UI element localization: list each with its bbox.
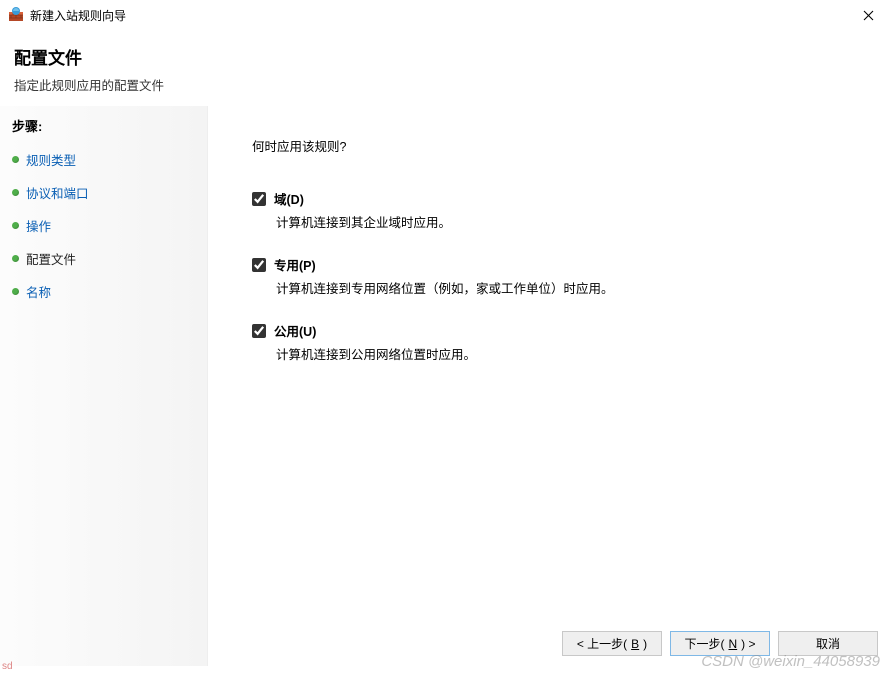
steps-sidebar: 步骤: 规则类型 协议和端口 操作 配置文件 名称	[0, 106, 208, 666]
bullet-icon	[12, 222, 19, 229]
back-label-suffix: )	[643, 637, 647, 651]
option-private-row[interactable]: 专用(P)	[252, 255, 878, 274]
step-label: 配置文件	[26, 249, 76, 268]
page-subtitle: 指定此规则应用的配置文件	[14, 75, 878, 94]
step-profile[interactable]: 配置文件	[0, 242, 207, 275]
back-hotkey: B	[631, 637, 639, 651]
step-label: 规则类型	[26, 150, 76, 169]
main-panel: 何时应用该规则? 域(D) 计算机连接到其企业域时应用。 专用(P) 计算机连接…	[208, 106, 892, 666]
window-title: 新建入站规则向导	[30, 7, 126, 24]
page-title: 配置文件	[14, 44, 878, 69]
option-domain-row[interactable]: 域(D)	[252, 189, 878, 208]
option-desc: 计算机连接到专用网络位置（例如，家或工作单位）时应用。	[276, 278, 878, 297]
cancel-label: 取消	[816, 635, 840, 652]
option-domain: 域(D) 计算机连接到其企业域时应用。	[252, 189, 878, 231]
step-label: 协议和端口	[26, 183, 89, 202]
step-label: 名称	[26, 282, 51, 301]
question-text: 何时应用该规则?	[252, 136, 878, 155]
step-label: 操作	[26, 216, 51, 235]
option-label: 域(D)	[274, 189, 304, 208]
step-name[interactable]: 名称	[0, 275, 207, 308]
checkbox-public[interactable]	[252, 324, 266, 338]
option-label: 公用(U)	[274, 321, 316, 340]
next-hotkey: N	[728, 637, 737, 651]
checkbox-private[interactable]	[252, 258, 266, 272]
bullet-icon	[12, 255, 19, 262]
wizard-body: 步骤: 规则类型 协议和端口 操作 配置文件 名称 何时应用该规则? 域(D)	[0, 106, 892, 666]
back-button[interactable]: < 上一步( B)	[562, 631, 662, 656]
step-protocol-port[interactable]: 协议和端口	[0, 176, 207, 209]
option-private: 专用(P) 计算机连接到专用网络位置（例如，家或工作单位）时应用。	[252, 255, 878, 297]
close-icon	[863, 10, 874, 21]
option-public: 公用(U) 计算机连接到公用网络位置时应用。	[252, 321, 878, 363]
next-button[interactable]: 下一步( N ) >	[670, 631, 770, 656]
next-label-prefix: 下一步(	[684, 635, 724, 652]
option-desc: 计算机连接到公用网络位置时应用。	[276, 344, 878, 363]
wizard-button-row: < 上一步( B) 下一步( N ) > 取消	[562, 631, 878, 656]
watermark-sd: sd	[2, 661, 13, 672]
back-label-prefix: < 上一步(	[577, 635, 627, 652]
step-rule-type[interactable]: 规则类型	[0, 143, 207, 176]
bullet-icon	[12, 288, 19, 295]
titlebar: 新建入站规则向导	[0, 0, 892, 30]
next-label-suffix: ) >	[741, 637, 755, 651]
bullet-icon	[12, 156, 19, 163]
steps-heading: 步骤:	[0, 114, 207, 143]
page-header: 配置文件 指定此规则应用的配置文件	[0, 30, 892, 106]
cancel-button[interactable]: 取消	[778, 631, 878, 656]
option-label: 专用(P)	[274, 255, 316, 274]
titlebar-left: 新建入站规则向导	[8, 7, 126, 24]
option-desc: 计算机连接到其企业域时应用。	[276, 212, 878, 231]
close-button[interactable]	[848, 2, 888, 28]
bullet-icon	[12, 189, 19, 196]
checkbox-domain[interactable]	[252, 192, 266, 206]
option-public-row[interactable]: 公用(U)	[252, 321, 878, 340]
firewall-icon	[8, 7, 24, 23]
step-action[interactable]: 操作	[0, 209, 207, 242]
